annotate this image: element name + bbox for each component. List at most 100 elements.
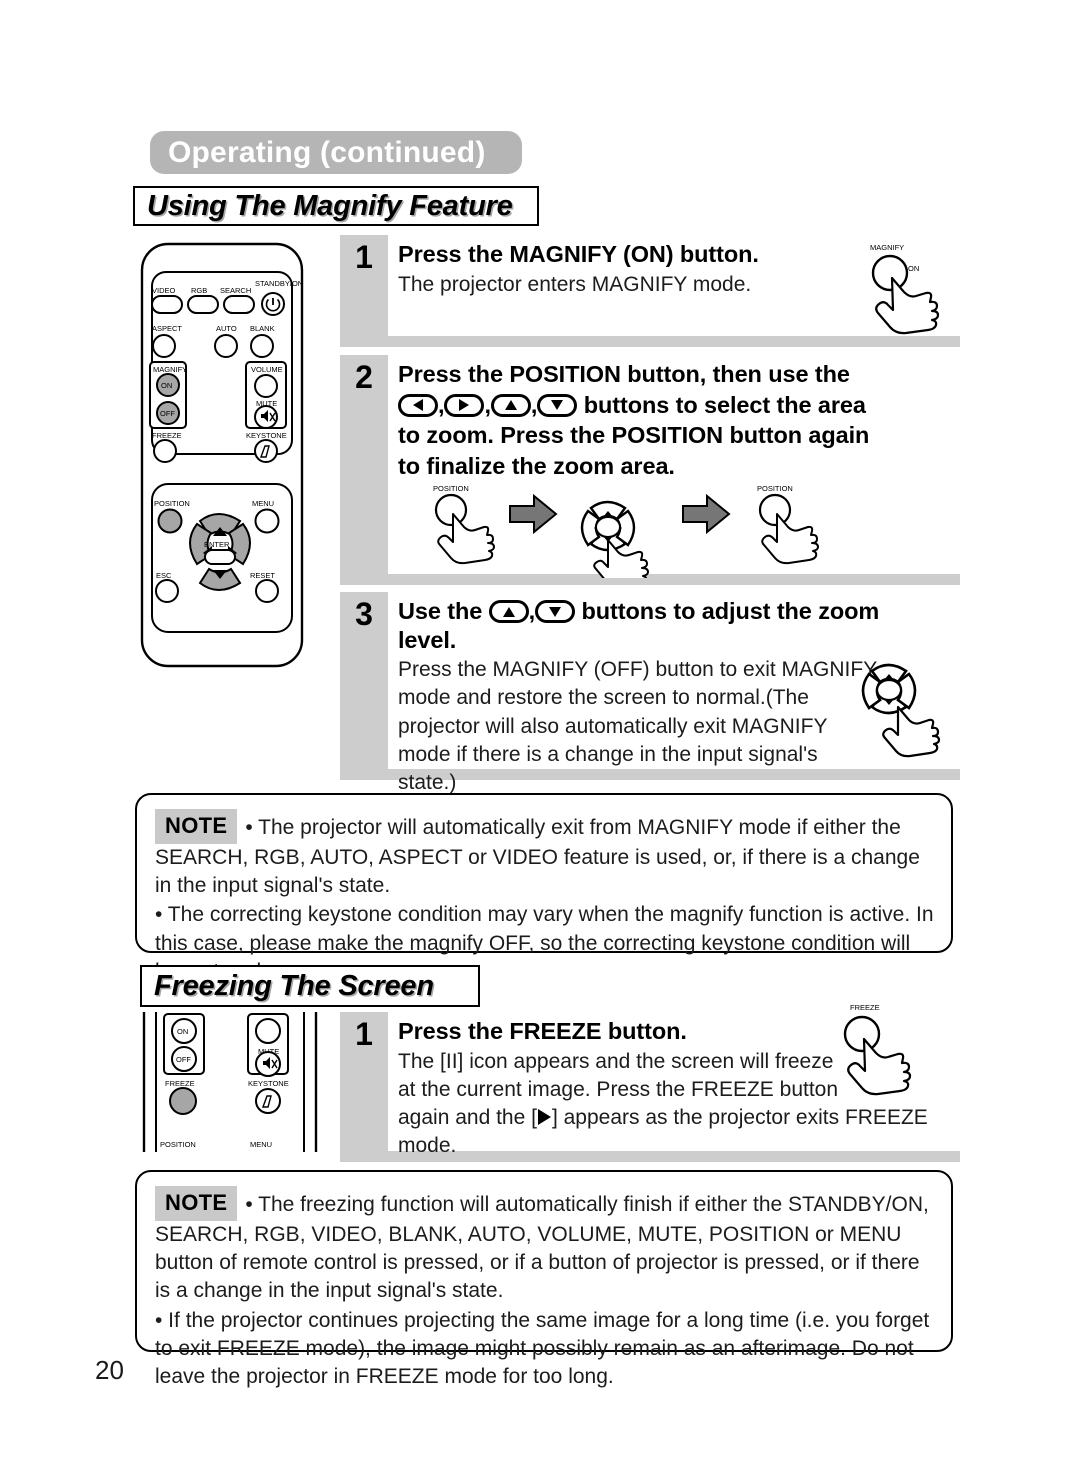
remote-detail-label-freeze: FREEZE	[165, 1079, 195, 1088]
step3-line3: level.	[398, 626, 457, 653]
remote-label-aspect: ASPECT	[152, 324, 182, 333]
section-title-magnify-text: Using The Magnify Feature	[147, 189, 513, 222]
freeze-body-line-4: mode.	[398, 1134, 457, 1158]
remote-label-standby: STANDBY/ON	[255, 279, 303, 288]
remote-label-magnify: MAGNIFY	[153, 365, 187, 374]
step3-line1: Use the	[398, 598, 483, 624]
step2-line1: Press the POSITION button, then use the	[398, 361, 850, 387]
remote-label-auto: AUTO	[216, 324, 237, 333]
remote-label-menu: MENU	[252, 499, 274, 508]
step-number: 1	[355, 1016, 373, 1052]
key-down-arrow-icon	[535, 600, 576, 623]
remote-button-freeze	[153, 439, 177, 463]
step-heading: Press the POSITION button, then use the …	[398, 360, 954, 481]
step-number: 2	[355, 359, 373, 395]
remote-button-menu	[254, 508, 280, 534]
remote-label-position: POSITION	[154, 499, 190, 508]
position-sequence-illustration: POSITION POSITION	[425, 478, 885, 588]
remote-button-search	[223, 295, 255, 314]
position-button-graphic-2	[758, 493, 792, 527]
remote-detail-label-position: POSITION	[160, 1140, 196, 1149]
remote-button-aspect	[152, 334, 176, 358]
manual-page: Operating (continued) Using The Magnify …	[0, 0, 1080, 1484]
hand-pointer-icon	[882, 705, 941, 758]
key-up-arrow-icon	[488, 600, 529, 623]
note-paragraph: NOTE • The freezing function will automat…	[155, 1186, 935, 1306]
note-badge: NOTE	[155, 809, 238, 844]
illustration-label-position-1: POSITION	[433, 484, 469, 493]
remote-label-magnify-off: OFF	[160, 409, 175, 418]
step-number: 3	[355, 596, 373, 632]
section-title-freeze-text: Freezing The Screen	[154, 969, 434, 1002]
note-paragraph-text: • The freezing function will automatical…	[155, 1193, 929, 1303]
remote-detail-label-menu: MENU	[250, 1140, 272, 1149]
remote-control-illustration: VIDEO RGB SEARCH STANDBY/ON ASPECT AUTO …	[138, 238, 333, 673]
remote-control-svg: VIDEO RGB SEARCH STANDBY/ON ASPECT AUTO …	[140, 242, 303, 668]
remote-button-volume	[254, 374, 278, 398]
step-number: 1	[355, 239, 373, 275]
remote-button-auto	[214, 334, 238, 358]
chapter-title-text: Operating (continued)	[168, 135, 486, 169]
remote-label-magnify-on: ON	[161, 381, 172, 390]
note-box-magnify: NOTE • The projector will automatically e…	[135, 793, 953, 983]
remote-detail-button-volume	[255, 1018, 281, 1044]
chapter-title-pill: Operating (continued)	[150, 131, 522, 174]
remote-label-search: SEARCH	[220, 286, 251, 295]
remote-label-reset: RESET	[250, 571, 275, 580]
dpad-press-illustration	[848, 645, 954, 768]
note-paragraph: NOTE • The projector will automatically e…	[155, 809, 935, 900]
note-content: NOTE • The projector will automatically e…	[155, 809, 935, 986]
remote-detail-button-freeze	[169, 1087, 197, 1115]
magnify-on-press-illustration: MAGNIFY ON	[862, 238, 958, 347]
key-down-arrow-icon	[537, 393, 578, 417]
remote-label-volume: VOLUME	[251, 365, 283, 374]
step3-line2: buttons to adjust the zoom	[581, 598, 880, 624]
page-number: 20	[95, 1355, 124, 1385]
remote-label-blank: BLANK	[250, 324, 275, 333]
freeze-body-line-3-a: again and the [	[398, 1105, 537, 1129]
remote-label-rgb: RGB	[191, 286, 207, 295]
note-badge: NOTE	[155, 1186, 238, 1221]
freeze-press-illustration: FREEZE	[830, 998, 950, 1111]
magnify-on-button-graphic	[871, 254, 909, 292]
illustration-label-on: ON	[908, 264, 919, 273]
remote-button-reset	[255, 579, 279, 603]
remote-label-keystone: KEYSTONE	[246, 431, 287, 440]
remote-detail-label-on: ON	[177, 1027, 188, 1036]
remote-label-freeze: FREEZE	[152, 431, 182, 440]
illustration-label-position-2: POSITION	[757, 484, 793, 493]
remote-label-esc: ESC	[156, 571, 172, 580]
flow-arrow-icon-1	[509, 493, 558, 535]
remote-button-position	[157, 508, 183, 534]
remote-button-video	[151, 295, 183, 314]
step2-line4: to finalize the zoom area.	[398, 452, 675, 479]
illustration-label-freeze: FREEZE	[850, 1003, 880, 1012]
remote-button-enter	[204, 549, 236, 565]
remote-button-blank	[250, 334, 274, 358]
remote-button-esc	[155, 579, 179, 603]
position-button-graphic-1	[434, 493, 468, 527]
note-paragraph: • If the projector continues projecting …	[155, 1308, 930, 1389]
key-right-arrow-icon	[444, 393, 485, 417]
flow-arrow-icon-2	[682, 493, 731, 535]
note-box-freeze: NOTE • The freezing function will automat…	[135, 1170, 953, 1388]
key-left-arrow-icon	[398, 393, 438, 417]
key-up-arrow-icon	[490, 393, 531, 417]
remote-detail-button-keystone	[255, 1088, 281, 1114]
freeze-button-graphic	[843, 1015, 881, 1053]
note-content: NOTE • The freezing function will automat…	[155, 1186, 935, 1392]
remote-detail-freeze-illustration: ON OFF FREEZE MUTE KEYSTONE POSITION MEN…	[138, 1012, 328, 1157]
remote-label-video: VIDEO	[152, 286, 176, 295]
section-title-magnify: Using The Magnify Feature	[133, 186, 539, 226]
note-paragraph-text: • The projector will automatically exit …	[155, 816, 920, 898]
step2-line2: buttons to select the area	[583, 391, 866, 418]
section-title-freeze: Freezing The Screen	[140, 965, 480, 1007]
play-triangle-icon	[537, 1108, 551, 1125]
illustration-label-magnify: MAGNIFY	[870, 243, 904, 252]
remote-button-rgb	[187, 295, 219, 314]
step2-line3: to zoom. Press the POSITION button again	[398, 422, 870, 449]
comma-2: ,	[484, 391, 491, 418]
remote-label-enter: ENTER	[204, 540, 230, 549]
remote-button-keystone	[254, 439, 278, 463]
remote-detail-label-keystone: KEYSTONE	[248, 1079, 289, 1088]
